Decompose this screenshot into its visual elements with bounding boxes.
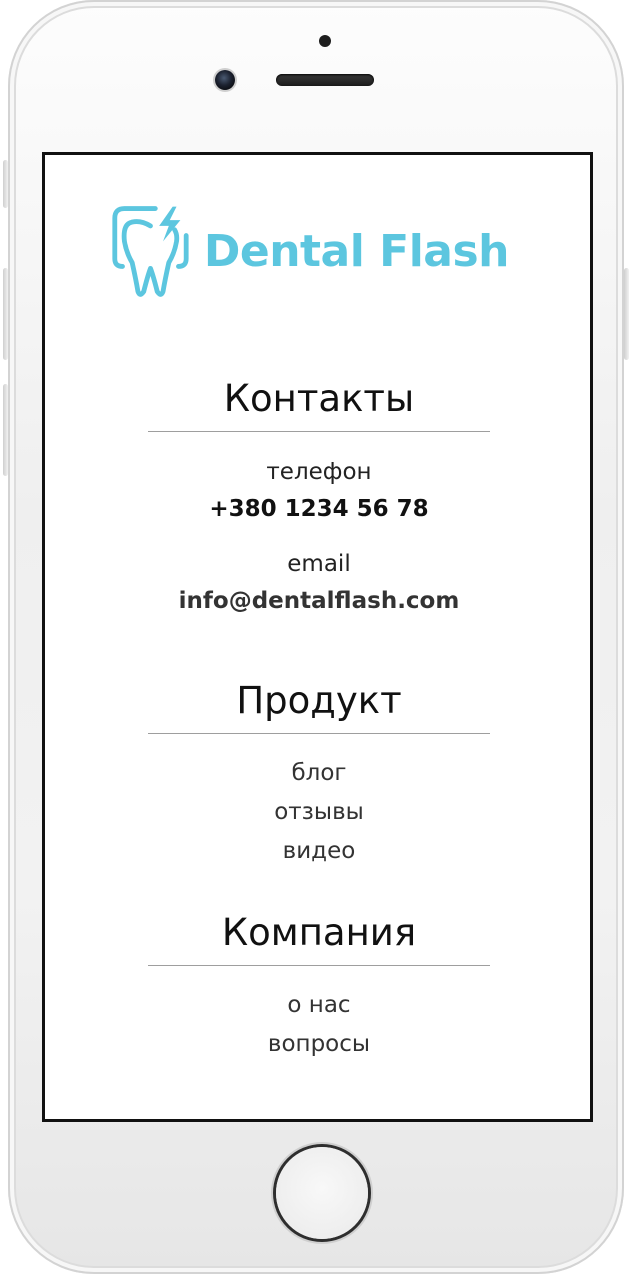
contacts-section: Контакты телефон +380 1234 56 78 email i… <box>148 377 490 620</box>
tooth-icon <box>112 206 189 297</box>
volume-down-button <box>3 384 8 476</box>
proximity-sensor <box>319 35 331 47</box>
phone-screen: Dental Flash Контакты телефон +380 1234 … <box>42 152 593 1122</box>
reviews-link[interactable]: отзывы <box>148 793 490 832</box>
blog-link[interactable]: блог <box>148 754 490 793</box>
mute-switch <box>3 160 8 208</box>
product-section: Продукт блог отзывы видео <box>148 679 490 871</box>
phone-link[interactable]: +380 1234 56 78 <box>148 491 490 528</box>
phone-label: телефон <box>266 459 372 485</box>
company-title: Компания <box>148 911 490 966</box>
email-link[interactable]: info@dentalflash.com <box>148 583 490 620</box>
company-section: Компания о нас вопросы <box>148 911 490 1064</box>
product-title: Продукт <box>148 679 490 734</box>
home-button[interactable] <box>276 1147 368 1239</box>
email-label: email <box>287 551 351 577</box>
power-button <box>624 268 629 360</box>
earpiece-speaker <box>276 74 374 86</box>
brand-logo[interactable]: Dental Flash <box>109 201 510 301</box>
video-link[interactable]: видео <box>148 832 490 871</box>
volume-up-button <box>3 268 8 360</box>
about-link[interactable]: о нас <box>148 986 490 1025</box>
front-camera <box>215 70 235 90</box>
brand-name: Dental Flash <box>203 225 510 277</box>
contacts-title: Контакты <box>148 377 490 432</box>
faq-link[interactable]: вопросы <box>148 1025 490 1064</box>
